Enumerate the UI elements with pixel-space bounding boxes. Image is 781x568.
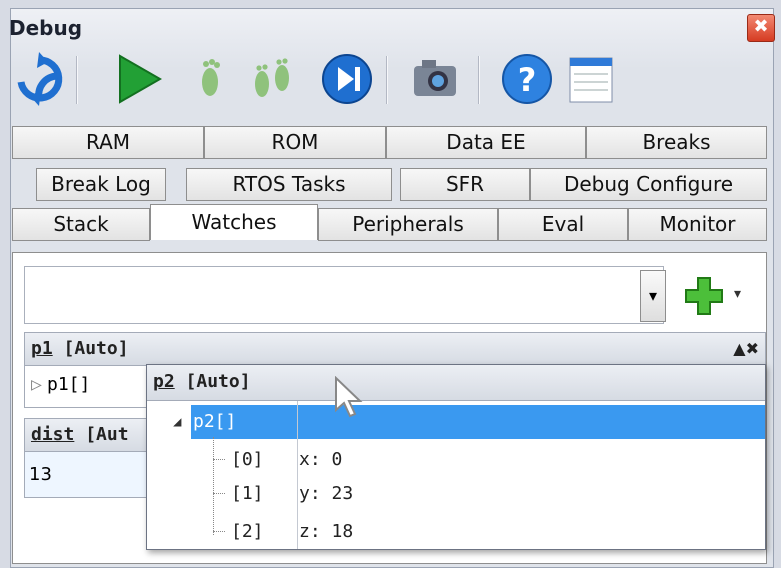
tree-key: [0] (231, 449, 264, 470)
mouse-cursor-icon (334, 375, 366, 424)
tab-monitor[interactable]: Monitor (628, 208, 767, 241)
tab-row-2: Break Log RTOS Tasks SFR Debug Configure (12, 168, 767, 201)
chevron-down-icon[interactable]: ▾ (640, 270, 666, 322)
add-dropdown-icon[interactable]: ▾ (734, 286, 741, 302)
step-over-icon[interactable] (244, 52, 298, 106)
tab-rtos-tasks[interactable]: RTOS Tasks (186, 168, 392, 201)
tab-eval[interactable]: Eval (498, 208, 628, 241)
close-button[interactable]: ✖ (747, 14, 775, 42)
toolbar-separator (76, 56, 78, 104)
tree-row-root[interactable]: ◢ p2[] (147, 405, 765, 439)
tab-rom[interactable]: ROM (204, 126, 386, 159)
watch-mode: [Aut (85, 424, 129, 445)
snapshot-icon[interactable] (410, 52, 464, 106)
tab-stack[interactable]: Stack (12, 208, 150, 241)
watch-mode: [Auto] (63, 338, 129, 359)
watch-popup-p2: p2 [Auto] ◢ p2[] [0] x: 0 [1] y: 23 [2] … (146, 364, 766, 550)
tree-row[interactable]: [0] x: 0 (147, 443, 765, 477)
watch-name: dist (31, 424, 75, 445)
tree-value: y: 23 (299, 483, 354, 504)
column-divider (297, 401, 298, 549)
svg-text:?: ? (518, 61, 537, 99)
tree-row[interactable]: [1] y: 23 (147, 477, 765, 511)
popup-header[interactable]: p2 [Auto] (147, 365, 765, 401)
tree-value: x: 0 (299, 449, 343, 470)
watch-value[interactable]: 13 (29, 464, 52, 485)
tab-row-1: RAM ROM Data EE Breaks (12, 126, 767, 159)
tab-sfr[interactable]: SFR (400, 168, 530, 201)
watch-header-p1[interactable]: p1 [Auto] ▲✖ (24, 332, 766, 366)
tree-key: p2[] (193, 411, 237, 432)
tab-breaks[interactable]: Breaks (586, 126, 767, 159)
watch-name: p2 (153, 371, 175, 392)
toolbar: ? (12, 52, 712, 112)
window-layout-icon[interactable] (564, 52, 618, 106)
step-into-icon[interactable] (180, 52, 234, 106)
tab-peripherals[interactable]: Peripherals (318, 208, 498, 241)
step-out-icon[interactable] (320, 52, 374, 106)
watch-mode: [Auto] (185, 371, 251, 392)
refresh-icon[interactable] (12, 52, 66, 106)
tab-data-ee[interactable]: Data EE (386, 126, 586, 159)
tab-watches[interactable]: Watches (150, 204, 318, 240)
window-title: Debug (9, 16, 83, 40)
tab-ram[interactable]: RAM (12, 126, 204, 159)
run-icon[interactable] (112, 52, 166, 106)
tree-key: [2] (231, 521, 264, 542)
watch-controls[interactable]: ▲✖ (733, 333, 759, 365)
add-watch-button[interactable] (684, 276, 724, 316)
watch-row[interactable]: p1[] (47, 374, 90, 395)
collapse-arrow-icon[interactable]: ◢ (173, 405, 181, 439)
toolbar-separator (386, 56, 388, 104)
tab-break-log[interactable]: Break Log (36, 168, 166, 201)
watch-name: p1 (31, 338, 53, 359)
selection-highlight (191, 405, 765, 439)
toolbar-separator (478, 56, 480, 104)
tree-key: [1] (231, 483, 264, 504)
tree-value: z: 18 (299, 521, 354, 542)
tab-debug-configure[interactable]: Debug Configure (530, 168, 767, 201)
watch-expression-input[interactable] (24, 266, 664, 324)
help-icon[interactable]: ? (500, 52, 554, 106)
tab-row-3: Stack Watches Peripherals Eval Monitor (12, 204, 767, 241)
expand-arrow-icon[interactable]: ▷ (31, 374, 42, 395)
tree-row[interactable]: [2] z: 18 (147, 515, 765, 549)
